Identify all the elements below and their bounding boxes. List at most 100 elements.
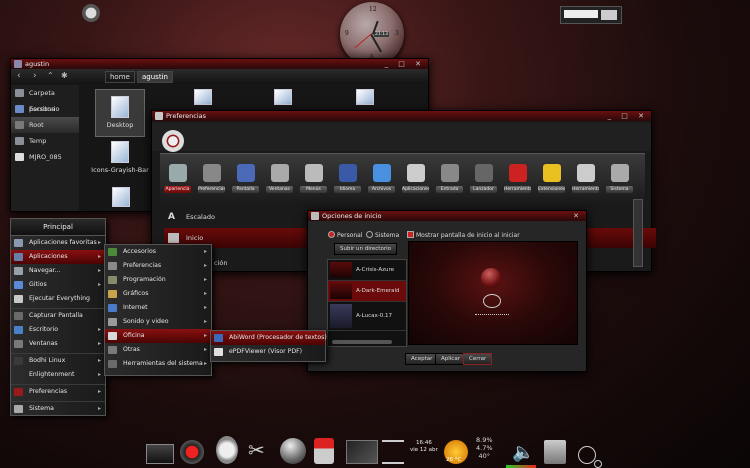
bodhi-icon[interactable] <box>216 436 238 464</box>
main-menu-item[interactable]: Bodhi Linux ▸ <box>11 353 105 368</box>
main-menu-item[interactable]: Capturar Pantalla <box>11 308 105 323</box>
gear-icon[interactable]: ✱ <box>61 71 68 80</box>
tools-icon[interactable]: ✂ <box>248 436 266 464</box>
sidebar-item-desktop[interactable]: Escritorio <box>11 101 79 117</box>
preferences-titlebar[interactable]: Preferencias _ □ ✕ <box>152 111 651 121</box>
file-item[interactable] <box>273 89 293 108</box>
pref-tab[interactable]: Entrada <box>436 158 463 202</box>
horizontal-scrollbar[interactable] <box>332 340 392 344</box>
volume-icon[interactable]: 🔈 <box>512 442 534 464</box>
apps-menu-item[interactable]: Accesorios ▸ <box>105 245 211 259</box>
office-menu-item[interactable]: AbiWord (Procesador de textos) <box>211 331 327 345</box>
file-item-icons[interactable]: Icons-Grayish-Bar <box>91 141 149 174</box>
close-button[interactable]: Cerrar <box>463 353 493 365</box>
dock-small-icon[interactable] <box>594 460 602 468</box>
menu-item-icon <box>108 248 117 256</box>
apps-menu-item[interactable]: Internet ▸ <box>105 301 211 315</box>
apps-menu-item[interactable]: Herramientas del sistema ▸ <box>105 357 211 371</box>
apps-menu-item[interactable]: Oficina ▸ <box>105 329 211 343</box>
sidebar-item-root[interactable]: Root <box>11 117 79 133</box>
terminal-icon[interactable] <box>346 440 378 464</box>
pref-tab[interactable]: Menús <box>300 158 327 202</box>
main-menu-item[interactable]: Enlightenment ▸ <box>11 368 105 382</box>
pref-tab[interactable]: Preferencias <box>198 158 225 202</box>
main-menu-item[interactable]: Escritorio ▸ <box>11 323 105 337</box>
forward-arrow-icon[interactable]: › <box>33 71 37 81</box>
window-controls[interactable]: _ □ ✕ <box>385 59 425 69</box>
breadcrumb-home[interactable]: home <box>105 71 135 83</box>
pref-tab[interactable]: Archivos <box>368 158 395 202</box>
chevron-right-icon: ▸ <box>203 276 207 283</box>
sidebar-item-usb[interactable]: MJRO_085 <box>11 149 79 165</box>
menu-item-label: Gráficos <box>123 290 149 297</box>
top-app-icon[interactable] <box>82 4 100 22</box>
breadcrumb-user[interactable]: agustin <box>137 71 173 83</box>
menu-lines-icon[interactable] <box>382 440 404 464</box>
pref-tab[interactable]: Extensiones <box>538 158 565 202</box>
paint-bucket-icon[interactable] <box>314 438 334 464</box>
menu-item-label: Aplicaciones favoritas <box>29 239 97 246</box>
main-menu-item[interactable]: Ventanas ▸ <box>11 337 105 351</box>
main-menu-item[interactable]: Navegar... ▸ <box>11 264 105 278</box>
menu-item-icon <box>14 371 23 379</box>
pref-tab[interactable]: Ventanas <box>266 158 293 202</box>
main-menu-item[interactable]: Sistema ▸ <box>11 401 105 416</box>
accept-button[interactable]: Aceptar <box>405 353 439 365</box>
file-manager-titlebar[interactable]: agustin _ □ ✕ <box>11 59 428 69</box>
clock-date-widget[interactable]: 16:46 vie 12 abr <box>410 440 438 454</box>
preferences-scrollbar[interactable] <box>633 199 643 267</box>
pref-tab[interactable]: Lanzador <box>470 158 497 202</box>
up-arrow-icon[interactable]: ⌃ <box>47 71 54 80</box>
file-item[interactable] <box>355 89 375 108</box>
pref-tab[interactable]: Herramientas <box>572 158 599 202</box>
apps-menu-item[interactable]: Sonido y video ▸ <box>105 315 211 329</box>
file-item-desktop[interactable]: Desktop <box>95 89 145 137</box>
main-menu-item[interactable]: Gitios ▸ <box>11 278 105 292</box>
show-splash-checkbox[interactable]: Mostrar pantalla de inicio al iniciar <box>407 231 520 239</box>
progress-dots <box>475 314 509 317</box>
back-arrow-icon[interactable]: ‹ <box>17 71 21 81</box>
pref-tab[interactable]: Idioma <box>334 158 361 202</box>
pref-tab[interactable]: Pantalla <box>232 158 259 202</box>
weather-sun-icon[interactable]: 26 °C <box>444 440 468 464</box>
apps-menu-item[interactable]: Otras ▸ <box>105 343 211 357</box>
file-item[interactable] <box>193 89 213 108</box>
upload-directory-button[interactable]: Subir un directorio <box>334 243 397 255</box>
dialog-titlebar[interactable]: Opciones de inicio ✕ <box>308 211 586 221</box>
record-icon[interactable] <box>180 440 204 464</box>
theme-item[interactable]: A-Lucax-0.17 <box>328 302 406 331</box>
office-menu-item[interactable]: ePDFViewer (Visor PDF) <box>211 345 325 359</box>
chevron-right-icon: ▸ <box>203 346 207 353</box>
sidebar-item-temp[interactable]: Temp <box>11 133 79 149</box>
theme-item[interactable]: A-Crisis-Azure <box>328 260 406 281</box>
speaker-icon[interactable] <box>280 438 306 464</box>
logout-icon[interactable] <box>578 446 596 464</box>
monitor-icon[interactable] <box>146 444 174 464</box>
file-item[interactable] <box>111 187 131 210</box>
pref-tab-icon <box>542 164 561 182</box>
chevron-right-icon: ▸ <box>97 281 101 288</box>
apply-button[interactable]: Aplicar <box>435 353 466 365</box>
apps-menu-item[interactable]: Preferencias ▸ <box>105 259 211 273</box>
close-icon[interactable]: ✕ <box>573 211 583 221</box>
pref-tab[interactable]: Aplicaciones <box>402 158 429 202</box>
pref-tab[interactable]: Sistema <box>606 158 633 202</box>
apps-menu-item[interactable]: Programación ▸ <box>105 273 211 287</box>
main-menu-item[interactable]: Aplicaciones ▸ <box>11 250 105 264</box>
main-menu-item[interactable]: Preferencias ▸ <box>11 384 105 399</box>
menu-item-icon <box>14 253 23 261</box>
desktop-pager[interactable] <box>560 6 622 24</box>
radio-system[interactable]: Sistema <box>366 231 399 239</box>
pref-tab[interactable]: Herramientas <box>504 158 531 202</box>
theme-item[interactable]: A-Dark-Emerald <box>328 281 406 302</box>
main-menu-item[interactable]: Aplicaciones favoritas ▸ <box>11 236 105 250</box>
main-menu-item[interactable]: Ejecutar Everything <box>11 292 105 306</box>
radio-personal[interactable]: Personal <box>328 231 363 239</box>
system-monitor[interactable]: 8.9% 4.7% 40° <box>476 436 493 460</box>
window-controls[interactable]: _ □ ✕ <box>608 111 648 121</box>
sidebar-item-home[interactable]: Carpeta persona <box>11 85 79 113</box>
apps-menu-item[interactable]: Gráficos ▸ <box>105 287 211 301</box>
trash-icon[interactable] <box>544 440 566 464</box>
menu-item-label: Programación <box>123 276 166 283</box>
pref-tab[interactable]: Apariencia <box>164 158 191 202</box>
